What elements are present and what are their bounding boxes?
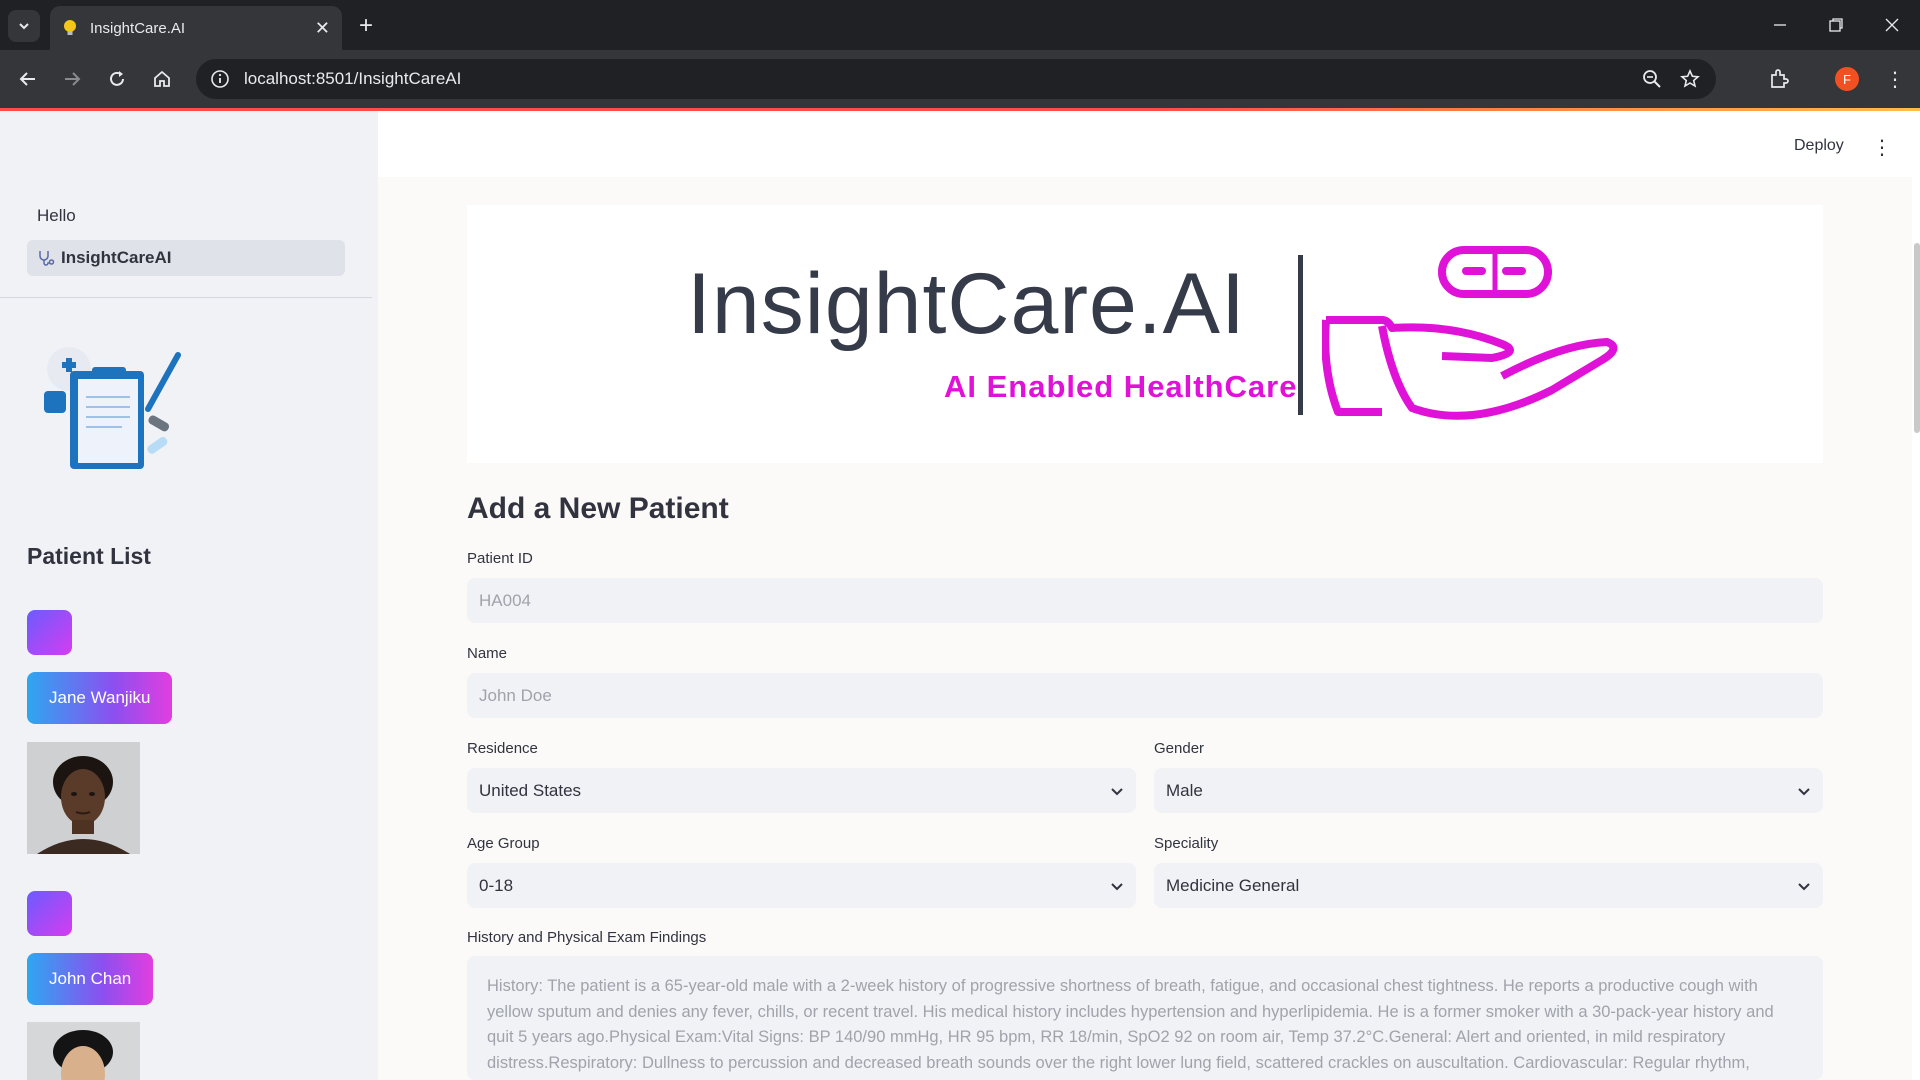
tab-search-button[interactable] — [8, 10, 40, 42]
minimize-button[interactable] — [1752, 0, 1808, 50]
sidebar-nav-hello[interactable]: Hello — [27, 198, 345, 234]
name-input[interactable]: John Doe — [467, 673, 1823, 718]
zoom-icon[interactable] — [1640, 67, 1664, 91]
name-label: Name — [467, 645, 508, 662]
patient-avatar — [27, 1022, 140, 1080]
reload-icon — [110, 71, 124, 86]
app-banner: InsightCare.AI AI Enabled HealthCare — [467, 205, 1823, 463]
app-menu-icon[interactable]: ⋮ — [1872, 135, 1892, 159]
reload-button[interactable] — [101, 63, 133, 95]
close-window-button[interactable] — [1864, 0, 1920, 50]
restore-icon — [1829, 18, 1843, 32]
tab-close-icon[interactable]: ✕ — [315, 18, 330, 39]
window-controls — [1752, 0, 1920, 50]
info-icon[interactable] — [210, 69, 230, 89]
url-text[interactable]: localhost:8501/InsightCareAI — [244, 69, 1626, 89]
age-group-label: Age Group — [467, 835, 540, 852]
gender-label: Gender — [1154, 740, 1205, 757]
chevron-down-icon — [1111, 882, 1123, 890]
home-icon — [154, 70, 170, 87]
home-button[interactable] — [146, 63, 178, 95]
main-content: Deploy ⋮ InsightCare.AI AI Enabled Healt… — [378, 111, 1920, 1080]
tab-title: InsightCare.AI — [90, 19, 186, 37]
gender-value: Male — [1166, 780, 1203, 800]
sidebar-nav-label: InsightCareAI — [61, 248, 172, 267]
speciality-label: Speciality — [1154, 835, 1219, 852]
patient-id-label: Patient ID — [467, 550, 533, 567]
profile-avatar[interactable]: F — [1835, 67, 1859, 91]
speciality-value: Medicine General — [1166, 875, 1300, 895]
age-group-select[interactable]: 0-18 — [467, 863, 1136, 908]
history-textarea[interactable]: History: The patient is a 65-year-old ma… — [467, 956, 1823, 1080]
browser-tab[interactable]: InsightCare.AI ✕ — [50, 6, 342, 50]
minimize-icon — [1774, 24, 1786, 26]
banner-tagline: AI Enabled HealthCare — [944, 369, 1298, 404]
address-bar[interactable]: localhost:8501/InsightCareAI — [196, 59, 1716, 99]
chevron-down-icon — [1111, 787, 1123, 795]
residence-value: United States — [479, 780, 582, 800]
clipboard-illustration — [44, 347, 181, 469]
patient-button[interactable]: John Chan — [27, 953, 154, 1005]
extensions-icon[interactable] — [1768, 67, 1792, 91]
browser-menu-icon[interactable]: ⋮ — [1883, 67, 1907, 91]
forward-button[interactable] — [56, 63, 88, 95]
arrow-left-icon — [19, 72, 35, 86]
patient-list-title: Patient List — [27, 543, 151, 569]
gender-select[interactable]: Male — [1154, 768, 1823, 813]
chevron-down-icon — [19, 23, 29, 30]
speciality-select[interactable]: Medicine General — [1154, 863, 1823, 908]
patient-avatar — [27, 742, 140, 854]
stethoscope-icon — [39, 251, 55, 266]
close-icon — [1885, 18, 1899, 32]
browser-toolbar: localhost:8501/InsightCareAI F ⋮ — [0, 50, 1920, 108]
patient-button[interactable]: Jane Wanjiku — [27, 672, 173, 724]
main-scrollbar[interactable] — [1914, 243, 1920, 433]
sidebar-nav-label: Hello — [37, 206, 76, 225]
residence-select[interactable]: United States — [467, 768, 1136, 813]
bookmark-star-icon[interactable] — [1678, 67, 1702, 91]
sidebar-nav-insightcareai[interactable]: InsightCareAI — [27, 240, 345, 276]
residence-label: Residence — [467, 740, 538, 757]
banner-brand: InsightCare.AI — [687, 256, 1246, 352]
patient-select-toggle[interactable] — [27, 891, 72, 936]
chevron-down-icon — [1798, 787, 1810, 795]
restore-button[interactable] — [1808, 0, 1864, 50]
form-title: Add a New Patient — [467, 492, 729, 525]
new-tab-button[interactable]: + — [352, 12, 380, 40]
banner-divider — [1298, 255, 1303, 415]
patient-select-toggle[interactable] — [27, 610, 72, 655]
arrow-right-icon — [65, 72, 81, 86]
history-label: History and Physical Exam Findings — [467, 929, 707, 946]
sidebar-divider — [0, 297, 372, 298]
sidebar: Hello InsightCareAI Patient List Jane Wa… — [0, 111, 378, 1080]
chevron-down-icon — [1798, 882, 1810, 890]
back-button[interactable] — [12, 63, 44, 95]
hand-with-pill-icon — [1322, 246, 1618, 420]
browser-tab-bar: InsightCare.AI ✕ + — [0, 0, 1920, 50]
lightbulb-icon — [64, 20, 76, 35]
patient-id-input[interactable]: HA004 — [467, 578, 1823, 623]
age-group-value: 0-18 — [479, 875, 514, 895]
deploy-button[interactable]: Deploy — [1794, 137, 1844, 155]
